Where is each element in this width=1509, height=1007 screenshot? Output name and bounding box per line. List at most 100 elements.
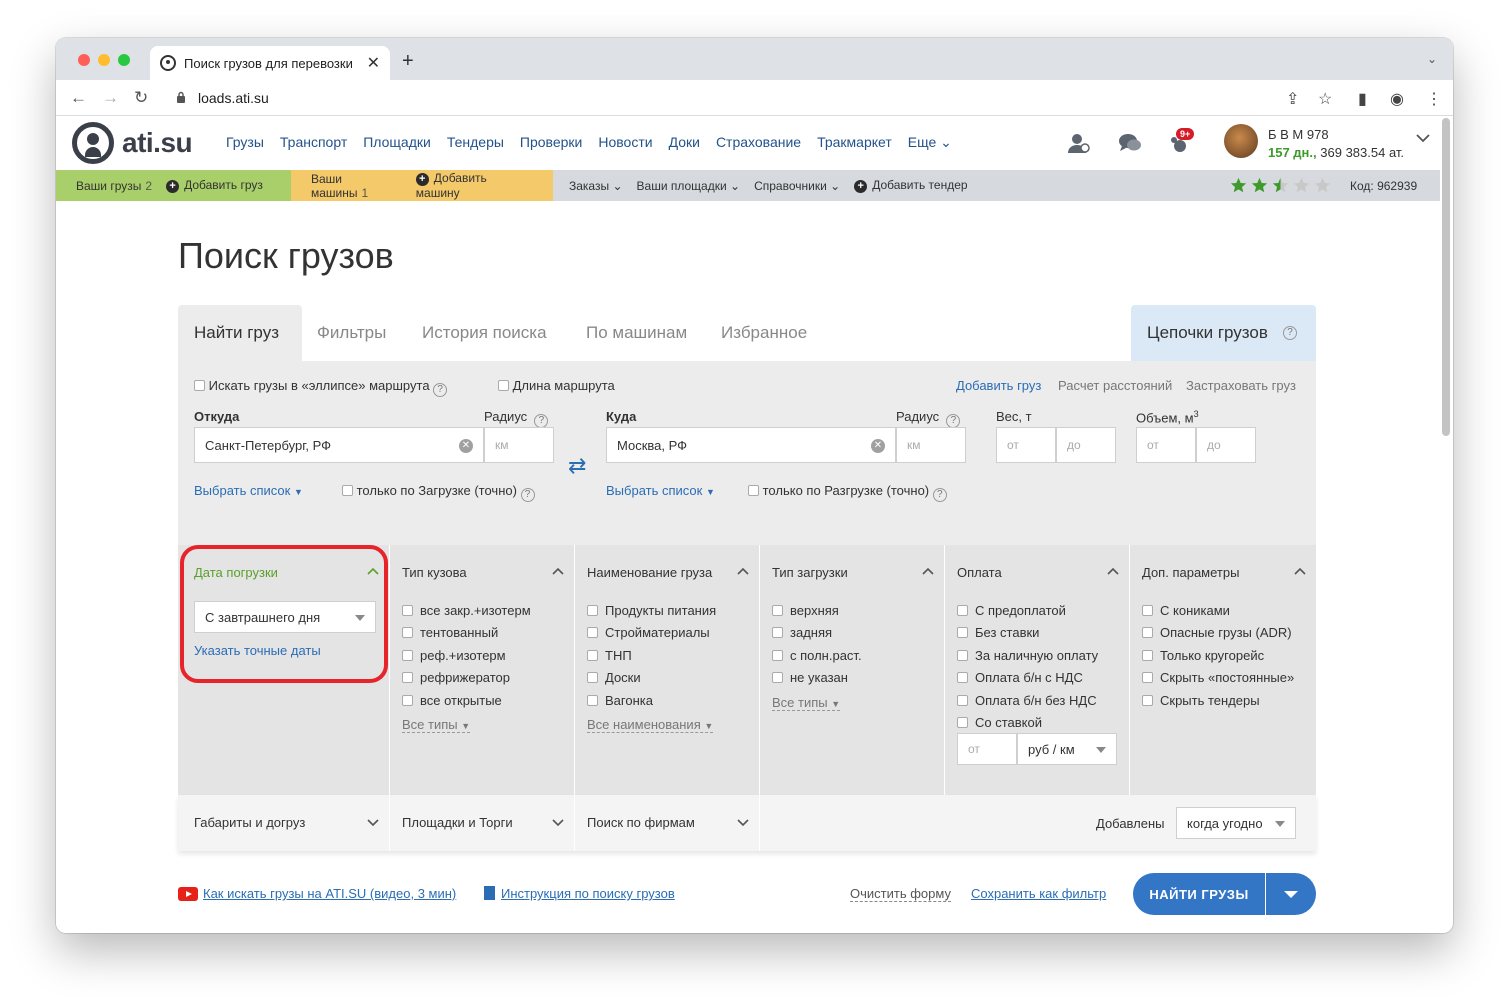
nav-item[interactable]: Тендеры	[447, 134, 504, 151]
chevron-up-icon[interactable]	[737, 567, 749, 575]
tab-load-chains[interactable]: Цепочки грузов ?	[1131, 305, 1316, 361]
checkbox[interactable]	[587, 650, 598, 661]
checkbox[interactable]	[587, 627, 598, 638]
extra-option[interactable]: Скрыть «постоянные»	[1142, 670, 1294, 685]
from-radius-input[interactable]: км	[484, 427, 554, 463]
checkbox[interactable]	[402, 627, 413, 638]
body-option[interactable]: все открытые	[402, 693, 502, 708]
add-load-link[interactable]: Добавить груз	[956, 378, 1041, 393]
extra-option[interactable]: Скрыть тендеры	[1142, 693, 1260, 708]
only-loading-checkbox[interactable]	[342, 485, 353, 496]
nav-item[interactable]: Тракмаркет	[817, 134, 892, 151]
all-cargo-names-link[interactable]: Все наименования ▼	[587, 717, 714, 733]
cargo-option[interactable]: Продукты питания	[587, 603, 716, 618]
loading-option[interactable]: верхняя	[772, 603, 839, 618]
checkbox[interactable]	[587, 695, 598, 706]
add-load-button[interactable]: + Добавить груз	[166, 178, 263, 193]
add-tender-button[interactable]: + Добавить тендер	[854, 178, 968, 193]
new-tab-button[interactable]: +	[402, 50, 414, 73]
tab-favorites[interactable]: Избранное	[721, 323, 807, 343]
more-menu-icon[interactable]: ⋮	[1426, 89, 1442, 109]
user-menu-chevron-icon[interactable]	[1416, 134, 1430, 143]
rate-unit-select[interactable]: руб / км	[1017, 733, 1117, 765]
cargo-name-title[interactable]: Наименование груза	[587, 565, 712, 580]
checkbox[interactable]	[402, 605, 413, 616]
volume-from-input[interactable]: от	[1136, 427, 1196, 463]
body-type-title[interactable]: Тип кузова	[402, 565, 467, 580]
tab-by-trucks[interactable]: По машинам	[586, 323, 687, 343]
cargo-option[interactable]: ТНП	[587, 648, 632, 663]
extra-option[interactable]: Опасные грузы (ADR)	[1142, 625, 1292, 640]
body-option[interactable]: тентованный	[402, 625, 498, 640]
body-option[interactable]: все закр.+изотерм	[402, 603, 531, 618]
volume-to-input[interactable]: до	[1196, 427, 1256, 463]
checkbox[interactable]	[957, 627, 968, 638]
chevron-up-icon[interactable]	[1107, 567, 1119, 575]
minimize-window-button[interactable]	[98, 54, 110, 66]
cargo-option[interactable]: Доски	[587, 670, 641, 685]
nav-item[interactable]: Доки	[669, 134, 700, 151]
nav-item[interactable]: Проверки	[520, 134, 582, 151]
video-link[interactable]: Как искать грузы на ATI.SU (видео, 3 мин…	[203, 886, 456, 901]
bookmark-star-icon[interactable]: ☆	[1318, 89, 1332, 109]
platforms-section[interactable]: Площадки и Торги	[390, 795, 575, 851]
loading-option[interactable]: задняя	[772, 625, 832, 640]
only-unloading-checkbox[interactable]	[748, 485, 759, 496]
sidebar-icon[interactable]: ▮	[1358, 89, 1367, 109]
tab-search-history[interactable]: История поиска	[422, 323, 547, 343]
body-option[interactable]: рефрижератор	[402, 670, 510, 685]
url-text[interactable]: loads.ati.su	[198, 90, 269, 106]
checkbox[interactable]	[1142, 695, 1153, 706]
route-length-option[interactable]: Длина маршрута	[498, 378, 615, 393]
chevron-up-icon[interactable]	[1294, 567, 1306, 575]
route-length-checkbox[interactable]	[498, 380, 509, 391]
nav-item[interactable]: Площадки	[363, 134, 431, 151]
to-choose-list[interactable]: Выбрать список ▼	[606, 483, 715, 498]
all-body-types-link[interactable]: Все типы ▼	[402, 717, 471, 733]
swap-route-icon[interactable]: ⇄	[568, 453, 586, 479]
help-icon[interactable]: ?	[1283, 326, 1297, 340]
checkbox[interactable]	[772, 627, 783, 638]
find-options-dropdown[interactable]	[1266, 873, 1316, 915]
maximize-window-button[interactable]	[118, 54, 130, 66]
ellipse-option[interactable]: Искать грузы в «эллипсе» маршрута ?	[194, 378, 448, 397]
tab-filters[interactable]: Фильтры	[317, 323, 386, 343]
share-icon[interactable]: ⇪	[1286, 89, 1299, 109]
loading-option[interactable]: не указан	[772, 670, 848, 685]
help-icon[interactable]: ?	[932, 488, 947, 502]
orders-menu[interactable]: Заказы ⌄	[569, 179, 623, 193]
checkbox[interactable]	[957, 650, 968, 661]
nav-item[interactable]: Новости	[598, 134, 652, 151]
checkbox[interactable]	[772, 650, 783, 661]
nav-item[interactable]: Грузы	[226, 134, 264, 151]
checkbox[interactable]	[402, 650, 413, 661]
checkbox[interactable]	[957, 717, 968, 728]
close-window-button[interactable]	[78, 54, 90, 66]
added-select[interactable]: когда угодно	[1176, 807, 1296, 839]
loading-option[interactable]: с полн.раст.	[772, 648, 862, 663]
rating-stars[interactable]	[1230, 177, 1331, 194]
help-icon[interactable]: ?	[520, 488, 535, 502]
from-input[interactable]: Санкт-Петербург, РФ ✕	[194, 427, 484, 463]
all-loading-types-link[interactable]: Все типы ▼	[772, 695, 841, 711]
nav-item-more[interactable]: Еще ⌄	[908, 134, 952, 151]
payment-title[interactable]: Оплата	[957, 565, 1002, 580]
extra-params-title[interactable]: Доп. параметры	[1142, 565, 1239, 580]
checkbox[interactable]	[402, 695, 413, 706]
ellipse-checkbox[interactable]	[194, 380, 205, 391]
directories-menu[interactable]: Справочники ⌄	[754, 179, 840, 193]
distance-calc-link[interactable]: Расчет расстояний	[1058, 378, 1172, 393]
dims-section[interactable]: Габариты и догруз	[178, 795, 390, 851]
checkbox[interactable]	[772, 672, 783, 683]
avatar[interactable]	[1224, 124, 1258, 158]
extra-option[interactable]: Только кругорейс	[1142, 648, 1264, 663]
checkbox[interactable]	[1142, 605, 1153, 616]
payment-option[interactable]: Без ставки	[957, 625, 1039, 640]
checkbox[interactable]	[587, 672, 598, 683]
clear-to-icon[interactable]: ✕	[871, 439, 885, 453]
help-icon[interactable]: ?	[946, 414, 961, 428]
help-icon[interactable]: ?	[433, 383, 448, 397]
browser-tab[interactable]: Поиск грузов для перевозки ✕	[150, 46, 390, 80]
your-platforms-menu[interactable]: Ваши площадки ⌄	[637, 179, 741, 193]
loading-type-title[interactable]: Тип загрузки	[772, 565, 848, 580]
